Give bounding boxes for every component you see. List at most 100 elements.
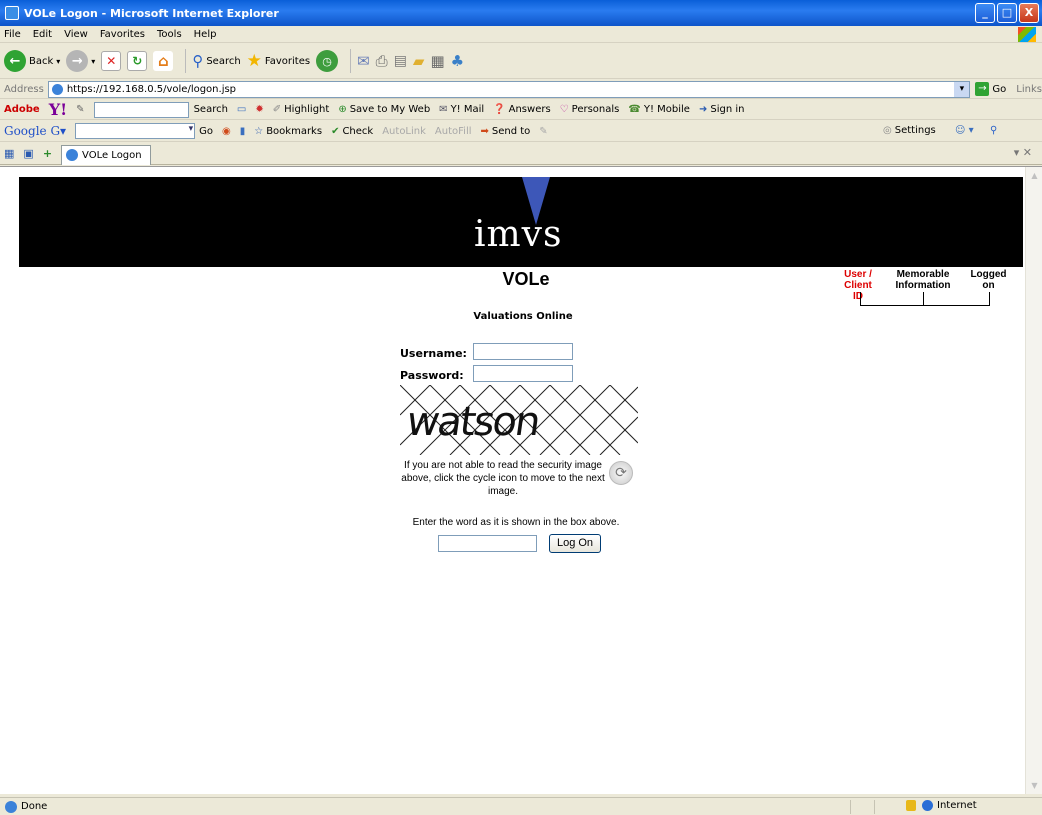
close-button[interactable]: X (1019, 3, 1039, 23)
menu-tools[interactable]: Tools (157, 29, 182, 40)
favorites-label: Favorites (264, 55, 311, 67)
globe-icon (922, 800, 933, 811)
pencil-icon[interactable]: ✎ (76, 104, 84, 115)
adobe-button[interactable]: Adobe (4, 104, 40, 115)
send-to-button[interactable]: ➡ Send to (481, 126, 531, 137)
forward-button[interactable]: → ▾ (66, 50, 95, 72)
captcha-help-text: If you are not able to read the security… (401, 460, 605, 497)
refresh-icon[interactable]: ↻ (127, 51, 148, 71)
autofill-button[interactable]: AutoFill (435, 126, 472, 137)
folder-icon[interactable]: ▰ (413, 52, 425, 70)
log-on-button[interactable]: Log On (549, 534, 601, 553)
save-to-my-web-button[interactable]: ⊕ Save to My Web (338, 104, 430, 115)
user-icon[interactable]: ☺ ▾ (955, 125, 974, 136)
toolbar-options-icon[interactable]: ▭ (237, 104, 246, 115)
star-icon: ★ (246, 51, 262, 71)
status-cells (850, 800, 898, 814)
captcha-word: watson (403, 399, 542, 445)
menu-favorites[interactable]: Favorites (100, 29, 145, 40)
scroll-down-icon[interactable]: ▼ (1027, 778, 1042, 793)
chevron-down-icon[interactable]: ▾ (954, 81, 970, 97)
google-logo-icon[interactable]: Google G▾ (4, 124, 66, 138)
yahoo-search-input[interactable] (93, 101, 189, 118)
stop-icon[interactable]: ✕ (101, 51, 122, 71)
page-rank-icon[interactable]: ▮ (240, 126, 246, 137)
quick-tabs-icon[interactable]: ▦ (4, 147, 14, 160)
yahoo-logo-icon[interactable]: Y! (49, 100, 67, 119)
forward-arrow-icon: → (66, 50, 89, 72)
tab-list-icon[interactable]: ▣ (23, 147, 33, 160)
google-toolbar: Google G▾ Go ◉ ▮ ☆Bookmarks ✔Check AutoL… (0, 121, 1042, 142)
bookmarks-label: Bookmarks (266, 125, 323, 137)
yahoo-search-button[interactable]: Search (194, 104, 228, 115)
address-url: https://192.168.0.5/vole/logon.jsp (66, 83, 237, 95)
answers-button[interactable]: ❓ Answers (493, 104, 551, 115)
antispy-icon[interactable]: ✹ (255, 104, 263, 115)
logo-triangle (522, 177, 550, 225)
add-favorite-icon[interactable]: + (43, 147, 52, 160)
google-search-input[interactable] (75, 123, 196, 139)
windows-logo-icon (1018, 27, 1036, 42)
search-button[interactable]: ⚲ Search (192, 52, 240, 70)
search-icon[interactable]: ⚲ (990, 125, 997, 136)
menu-view[interactable]: View (64, 29, 88, 40)
autolink-label: AutoLink (382, 125, 426, 137)
tab-controls[interactable]: ▾ ✕ (1014, 146, 1032, 159)
history-icon[interactable]: ◷ (316, 50, 339, 72)
window-title: VOLe Logon - Microsoft Internet Explorer (24, 6, 279, 20)
popup-blocker-icon[interactable]: ◉ (222, 126, 231, 137)
research-icon[interactable]: ▦ (430, 52, 444, 70)
menu-help[interactable]: Help (194, 29, 217, 40)
go-button[interactable]: → Go (975, 82, 1006, 96)
autolink-button[interactable]: AutoLink (382, 126, 426, 137)
standard-toolbar: ← Back ▾ → ▾ ✕ ↻ ⌂ ⚲ Search ★ Favorites … (0, 44, 1042, 79)
password-input[interactable] (473, 365, 573, 382)
cycle-captcha-icon[interactable]: ⟳ (609, 461, 633, 485)
tab-label: VOLe Logon (82, 149, 142, 161)
step-user-client-id: User / Client ID (844, 269, 872, 302)
menu-file[interactable]: File (4, 29, 21, 40)
login-progress-steps: User / Client ID Memorable Information L… (833, 269, 1013, 329)
mail-button[interactable]: ✉ Y! Mail (439, 104, 484, 115)
star-icon: ☆ (254, 125, 264, 137)
vertical-scrollbar[interactable]: ▲ ▼ (1025, 167, 1042, 794)
go-arrow-icon: → (975, 82, 990, 96)
highlight-label: Highlight (284, 104, 330, 115)
personals-button[interactable]: ♡ Personals (560, 104, 620, 115)
highlighter-icon[interactable]: ✎ (539, 126, 547, 137)
mail-icon[interactable]: ✉ (357, 52, 370, 70)
mobile-button[interactable]: ☎ Y! Mobile (628, 104, 690, 115)
back-button[interactable]: ← Back ▾ (4, 50, 60, 72)
messenger-icon[interactable]: ♣ (451, 52, 464, 70)
lock-icon (906, 800, 916, 811)
save-icon: ⊕ (338, 104, 347, 115)
menu-bar: File Edit View Favorites Tools Help (0, 26, 1042, 43)
address-input[interactable]: https://192.168.0.5/vole/logon.jsp ▾ (47, 80, 971, 98)
page-viewport: imvs VOLe Valuations Online User / Clien… (0, 166, 1042, 794)
username-input[interactable] (473, 343, 573, 360)
check-button[interactable]: ✔ Check (331, 126, 373, 137)
print-icon[interactable]: ⎙ (376, 52, 388, 70)
tab-vole-logon[interactable]: VOLe Logon (61, 144, 151, 165)
captcha-answer-input[interactable] (438, 535, 537, 552)
mail-label: Y! Mail (450, 104, 485, 115)
settings-button[interactable]: ◎ Settings (883, 125, 936, 136)
links-button[interactable]: Links (1016, 84, 1042, 95)
progress-tick (923, 292, 924, 306)
maximize-button[interactable]: □ (997, 3, 1017, 23)
edit-icon[interactable]: ▤ (394, 53, 407, 69)
page-subtitle: Valuations Online (473, 311, 573, 322)
home-icon[interactable]: ⌂ (153, 51, 174, 71)
yahoo-search-label: Search (193, 104, 228, 115)
menu-edit[interactable]: Edit (33, 29, 52, 40)
scroll-up-icon[interactable]: ▲ (1027, 168, 1042, 183)
personals-label: Personals (571, 104, 620, 115)
bookmarks-button[interactable]: ☆ Bookmarks (254, 126, 322, 137)
minimize-button[interactable]: _ (975, 3, 995, 23)
google-go-button[interactable]: Go (199, 126, 213, 137)
favorites-button[interactable]: ★ Favorites (247, 51, 310, 71)
highlight-button[interactable]: ✐ Highlight (273, 104, 330, 115)
sign-in-button[interactable]: ➜ Sign in (699, 104, 745, 115)
captcha-image: watson (400, 385, 638, 455)
ie-page-icon (66, 149, 79, 161)
